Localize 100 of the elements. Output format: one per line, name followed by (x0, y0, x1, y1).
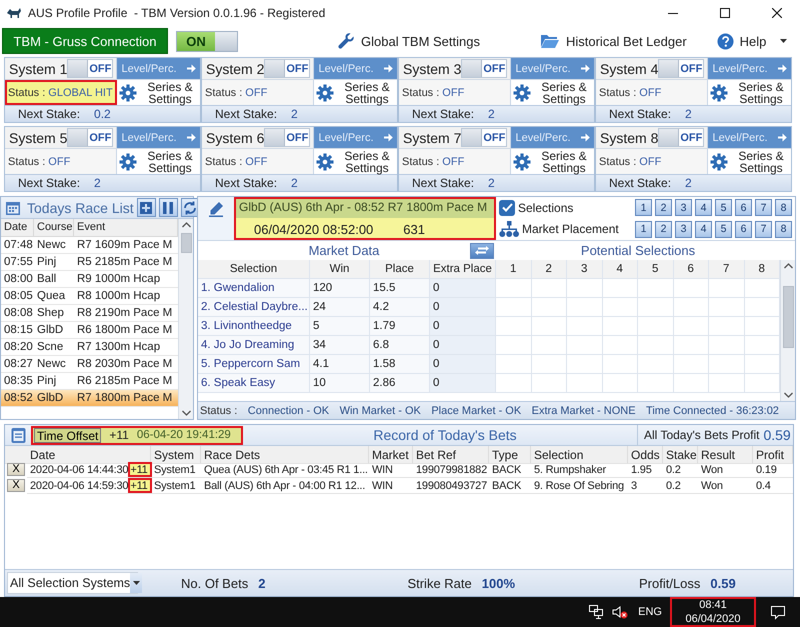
table-cell: 2.86 (370, 374, 430, 393)
stat-label: No. Of Bets (181, 576, 248, 590)
number-button[interactable]: 2 (655, 220, 672, 238)
toolbar-button[interactable]: Help (716, 32, 766, 50)
toggle-switch[interactable]: OFF (658, 128, 704, 147)
arrow-right-icon (186, 64, 196, 73)
connection-button[interactable]: TBM - Gruss Connection (2, 28, 168, 54)
delete-button[interactable]: X (7, 463, 25, 476)
pause-button[interactable] (158, 198, 178, 217)
table-cell: 1. Gwendalion (198, 279, 310, 298)
number-button[interactable]: 4 (695, 220, 712, 238)
taskbar-clock[interactable]: 08:41 06/04/2020 (670, 597, 756, 627)
number-button[interactable]: 3 (675, 199, 692, 216)
scrollbar[interactable] (178, 219, 193, 419)
gear-icon (513, 84, 531, 102)
swap-icon (475, 246, 489, 255)
empty-cell (638, 317, 674, 336)
number-button[interactable]: 1 (635, 220, 652, 238)
stat-value: 100% (482, 576, 515, 590)
toggle-switch[interactable]: OFF (461, 128, 508, 147)
number-button[interactable]: 3 (675, 220, 692, 238)
number-button[interactable]: 7 (755, 220, 772, 238)
race-row[interactable]: 08:27 Newc R8 2030m Pace M (1, 356, 178, 373)
toggle-switch[interactable]: OFF (264, 128, 310, 147)
number-button[interactable]: 7 (755, 199, 772, 216)
table-cell: 24 (310, 298, 370, 317)
empty-cell (602, 374, 638, 393)
number-button[interactable]: 1 (635, 199, 652, 216)
status-value: OFF (245, 156, 268, 168)
number-button[interactable]: 6 (735, 199, 752, 216)
number-button[interactable]: 2 (655, 199, 672, 216)
empty-cell (638, 336, 674, 355)
scrollbar[interactable] (780, 260, 795, 401)
race-row[interactable]: 08:15 GlbD R6 1800m Pace M (1, 322, 178, 339)
empty-cell (567, 317, 602, 336)
number-button[interactable]: 5 (715, 220, 732, 238)
profit-value: 0.59 (763, 427, 791, 443)
table-cell-text: GlbD (36, 323, 64, 338)
checkbox[interactable] (499, 200, 515, 216)
column-header: Win (310, 260, 370, 279)
caret-icon[interactable] (780, 39, 788, 43)
add-button[interactable] (136, 198, 156, 217)
language-indicator[interactable]: ENG (638, 606, 662, 618)
table-cell: 4.2 (370, 298, 430, 317)
race-row[interactable]: 08:08 Shep R8 2190m Pace M (1, 305, 178, 322)
empty-cell (638, 298, 674, 317)
stake-label: Next Stake: (215, 107, 278, 121)
toolbar-button[interactable]: Historical Bet Ledger (540, 33, 687, 49)
toggle-switch[interactable]: OFF (67, 128, 114, 147)
table-cell: 6. Speak Easy (198, 374, 310, 393)
time-offset-button[interactable]: Time Offset (34, 428, 102, 442)
toggle-switch[interactable]: OFF (461, 59, 508, 78)
toggle-switch[interactable]: ON (176, 30, 238, 52)
table-cell: 199080493727 (413, 478, 489, 494)
panel-title: Todays Race List (27, 200, 134, 216)
race-row[interactable]: 08:20 Scne R7 1300m Hcap (1, 339, 178, 356)
scroll-thumb[interactable] (181, 233, 192, 253)
stake-value: 2 (291, 107, 298, 121)
toggle-switch[interactable]: OFF (658, 59, 704, 78)
column-header: 5 (638, 260, 674, 279)
number-button[interactable]: 5 (715, 199, 732, 216)
table-cell: 199079981882 (413, 462, 489, 478)
race-row[interactable]: 08:52 GlbD R7 1800m Pace M (1, 390, 178, 407)
column-header: Result (698, 446, 753, 464)
toggle-switch[interactable]: OFF (67, 59, 114, 78)
race-row[interactable]: 07:48 Newc R7 1609m Pace M (1, 237, 178, 254)
toggle-switch[interactable]: OFF (264, 59, 310, 78)
edit-button[interactable] (208, 201, 224, 217)
status-text: Win Market - OK (340, 404, 421, 416)
table-cell: 1.79 (370, 317, 430, 336)
table-cell-text: 08:52 (3, 391, 34, 406)
table-cell-text: 08:00 (3, 272, 34, 287)
number-button[interactable]: 8 (775, 199, 792, 216)
stake-label: Next Stake: (215, 176, 278, 190)
toolbar-button[interactable]: Global TBM Settings (338, 32, 480, 50)
number-button[interactable]: 8 (775, 220, 792, 238)
number-button[interactable]: 4 (695, 199, 712, 216)
status-text: Extra Market - NONE (532, 404, 636, 416)
table-cell-text: Newc (36, 357, 67, 372)
profit-label: All Today's Bets Profit (644, 428, 760, 442)
table-cell-text: 08:05 (3, 289, 34, 304)
notification-icon[interactable] (770, 604, 786, 620)
number-button[interactable]: 6 (735, 220, 752, 238)
empty-cell (674, 279, 709, 298)
table-cell-text: R8 1000m Hcap (76, 289, 162, 304)
volume-muted-icon (612, 605, 628, 619)
empty-cell (567, 298, 602, 317)
gear-icon (710, 84, 728, 102)
column-header: Odds (628, 446, 663, 464)
race-row[interactable]: 07:55 Pinj R5 2185m Pace M (1, 254, 178, 271)
swap-button[interactable] (470, 242, 494, 258)
table-cell: 1.58 (370, 355, 430, 374)
status-label: Status : (8, 156, 46, 168)
race-row[interactable]: 08:00 Ball R9 1000m Hcap (1, 271, 178, 288)
race-row[interactable]: 08:05 Quea R8 1000m Hcap (1, 288, 178, 305)
table-cell: 6.8 (370, 336, 430, 355)
delete-button[interactable]: X (7, 479, 25, 492)
stake-value: 2 (291, 176, 298, 190)
scroll-thumb[interactable] (783, 286, 794, 348)
status-value: OFF (48, 156, 70, 168)
